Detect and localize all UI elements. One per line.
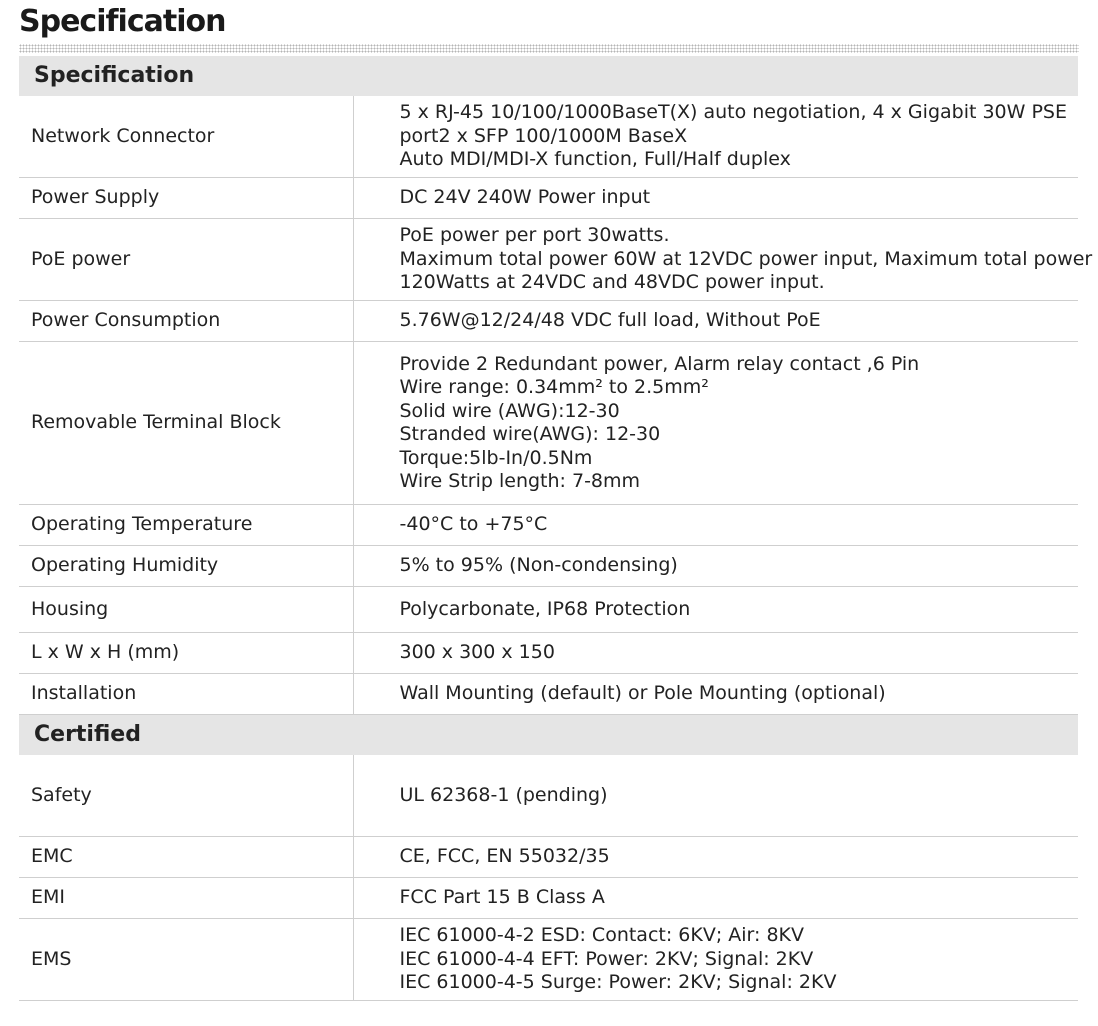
spec-label: Housing [19, 586, 354, 633]
spec-row: EMI FCC Part 15 B Class A [19, 877, 1078, 919]
section-heading: Specification [19, 56, 1078, 96]
spec-row: Safety UL 62368-1 (pending) [19, 755, 1078, 837]
spec-value: 300 x 300 x 150 [353, 632, 1078, 674]
spec-value: CE, FCC, EN 55032/35 [353, 836, 1078, 878]
spec-value-line: Provide 2 Redundant power, Alarm relay c… [399, 352, 920, 375]
spec-value: Provide 2 Redundant power, Alarm relay c… [353, 341, 1078, 505]
spec-row: Installation Wall Mounting (default) or P… [19, 673, 1078, 715]
spec-row: PoE power PoE power per port 30watts. Maxi… [19, 218, 1093, 301]
spec-label: Network Connector [19, 96, 354, 178]
spec-value: 5 x RJ-45 10/100/1000BaseT(X) auto negot… [353, 96, 1078, 178]
spec-value-line: FCC Part 15 B Class A [399, 886, 605, 909]
spec-value-line: UL 62368-1 (pending) [399, 783, 608, 806]
spec-value-line: Solid wire (AWG):12-30 [399, 399, 620, 422]
spec-value-line: Maximum total power 60W at 12VDC power i… [399, 247, 1093, 270]
spec-label: Removable Terminal Block [19, 341, 354, 505]
spec-value-line: Torque:5lb-In/0.5Nm [399, 446, 593, 469]
spec-value-line: 5% to 95% (Non-condensing) [399, 554, 678, 577]
spec-row: Removable Terminal Block Provide 2 Redund… [19, 341, 1078, 505]
spec-value-line: 5 x RJ-45 10/100/1000BaseT(X) auto negot… [399, 101, 1068, 124]
spec-label: L x W x H (mm) [19, 632, 354, 674]
spec-row: Housing Polycarbonate, IP68 Protection [19, 586, 1078, 633]
spec-value-line: IEC 61000-4-2 ESD: Contact: 6KV; Air: 8K… [399, 924, 805, 947]
spec-label: Power Consumption [19, 300, 354, 342]
page-title: Specification [19, 4, 226, 39]
spec-value-line: Wall Mounting (default) or Pole Mounting… [399, 682, 886, 705]
spec-value: 5.76W@12/24/48 VDC full load, Without Po… [353, 300, 1078, 342]
spec-value-line: 120Watts at 24VDC and 48VDC power input. [399, 271, 825, 294]
spec-row: EMS IEC 61000-4-2 ESD: Contact: 6KV; Air:… [19, 918, 1078, 1001]
spec-value-line: IEC 61000-4-4 EFT: Power: 2KV; Signal: 2… [399, 947, 814, 970]
spec-value-line: Wire range: 0.34mm² to 2.5mm² [399, 376, 709, 398]
spec-value-line: DC 24V 240W Power input [399, 186, 651, 209]
spec-label: Safety [19, 755, 354, 837]
spec-row: Power Consumption 5.76W@12/24/48 VDC full… [19, 300, 1078, 342]
title-divider [19, 44, 1079, 53]
spec-value-line: Wire Strip length: 7-8mm [399, 470, 641, 492]
spec-label: Installation [19, 673, 354, 715]
spec-value: DC 24V 240W Power input [353, 177, 1078, 219]
spec-value-line: -40°C to +75°C [399, 513, 548, 536]
spec-value: -40°C to +75°C [353, 504, 1078, 546]
spec-value-line: port2 x SFP 100/1000M BaseX [399, 124, 688, 147]
spec-value-line: Polycarbonate, IP68 Protection [399, 597, 691, 620]
spec-label: EMC [19, 836, 354, 878]
spec-value-line: PoE power per port 30watts. [399, 224, 670, 247]
spec-label: PoE power [19, 218, 354, 301]
spec-row: Operating Humidity 5% to 95% (Non-condens… [19, 545, 1078, 587]
spec-value: IEC 61000-4-2 ESD: Contact: 6KV; Air: 8K… [353, 918, 1078, 1001]
spec-value: Wall Mounting (default) or Pole Mounting… [353, 673, 1078, 715]
spec-value: 5% to 95% (Non-condensing) [353, 545, 1078, 587]
spec-value: PoE power per port 30watts. Maximum total… [353, 218, 1093, 301]
spec-row: Operating Temperature -40°C to +75°C [19, 504, 1078, 546]
spec-label: Operating Temperature [19, 504, 354, 546]
section-header: Specification [19, 56, 1078, 96]
spec-label: EMS [19, 918, 354, 1001]
spec-label: EMI [19, 877, 354, 919]
spec-value: Polycarbonate, IP68 Protection [353, 586, 1078, 633]
spec-value-line: 300 x 300 x 150 [399, 641, 555, 664]
section-header: Certified [19, 714, 1078, 755]
spec-value-line: 5.76W@12/24/48 VDC full load, Without Po… [399, 309, 821, 332]
spec-value-line: Stranded wire(AWG): 12-30 [399, 423, 661, 445]
spec-row: Network Connector 5 x RJ-45 10/100/1000Ba… [19, 96, 1078, 178]
spec-row: L x W x H (mm) 300 x 300 x 150 [19, 632, 1078, 674]
spec-value-line: IEC 61000-4-5 Surge: Power: 2KV; Signal:… [399, 971, 837, 994]
spec-value: UL 62368-1 (pending) [353, 755, 1078, 837]
spec-label: Operating Humidity [19, 545, 354, 587]
spec-row: Power Supply DC 24V 240W Power input [19, 177, 1078, 219]
spec-value-line: CE, FCC, EN 55032/35 [399, 845, 610, 868]
spec-table: Specification Network Connector 5 x RJ-45 … [19, 56, 1093, 1001]
spec-value: FCC Part 15 B Class A [353, 877, 1078, 919]
spec-row: EMC CE, FCC, EN 55032/35 [19, 836, 1078, 878]
spec-label: Power Supply [19, 177, 354, 219]
section-heading: Certified [19, 714, 1078, 755]
spec-value-line: Auto MDI/MDI-X function, Full/Half duple… [399, 148, 791, 171]
